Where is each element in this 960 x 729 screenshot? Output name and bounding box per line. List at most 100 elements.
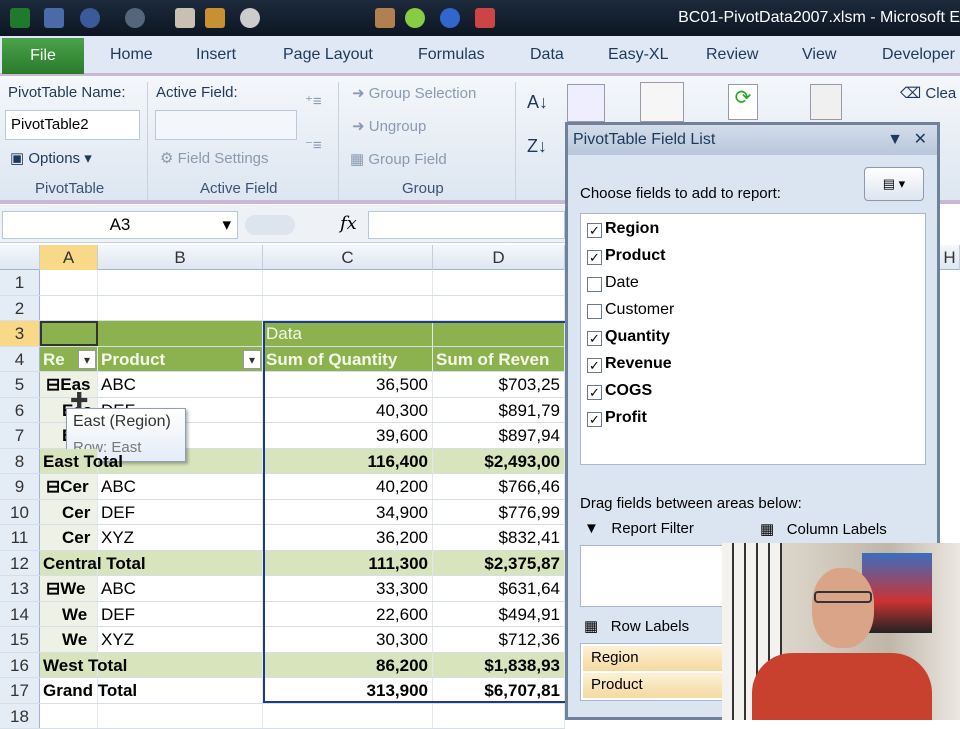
cell-d5[interactable]: $703,25: [433, 372, 565, 397]
checkbox[interactable]: [587, 277, 602, 292]
cell-b2[interactable]: [98, 296, 263, 321]
cell-c7[interactable]: 39,600: [263, 423, 433, 448]
cell-c17[interactable]: 313,900: [263, 678, 433, 703]
cell-c9[interactable]: 40,200: [263, 474, 433, 499]
cell-a2[interactable]: [40, 296, 98, 321]
ungroup-button[interactable]: ➜ Ungroup: [352, 117, 426, 135]
checkbox[interactable]: [587, 304, 602, 319]
row-header[interactable]: 9: [0, 474, 40, 499]
cell-c4[interactable]: Sum of Quantity: [263, 347, 433, 372]
row-header[interactable]: 13: [0, 576, 40, 601]
row-header[interactable]: 11: [0, 525, 40, 550]
cell-d3[interactable]: [433, 321, 565, 346]
field-item-quantity[interactable]: ✓Quantity: [587, 328, 887, 350]
cell-d12[interactable]: $2,375,87: [433, 551, 565, 576]
field-item-cogs[interactable]: ✓COGS: [587, 382, 887, 404]
report-filter-area[interactable]: [580, 545, 740, 607]
cell-d4[interactable]: Sum of Reven: [433, 347, 565, 372]
cell-c18[interactable]: [263, 704, 433, 729]
formula-expand-handle[interactable]: [245, 215, 295, 235]
cell-c15[interactable]: 30,300: [263, 627, 433, 652]
row-header[interactable]: 5: [0, 372, 40, 397]
expand-field-icon[interactable]: ⁺≡: [305, 92, 322, 110]
cell-d9[interactable]: $766,46: [433, 474, 565, 499]
field-item-revenue[interactable]: ✓Revenue: [587, 355, 887, 377]
task-pane-options-icon[interactable]: ▼: [887, 125, 903, 155]
checkbox[interactable]: ✓: [587, 223, 602, 238]
cell-a8[interactable]: East Total: [40, 449, 98, 474]
row-header[interactable]: 2: [0, 296, 40, 321]
cell-a3[interactable]: [40, 321, 98, 346]
sort-dialog-icon[interactable]: [567, 84, 605, 122]
row-header[interactable]: 4: [0, 347, 40, 372]
tab-file[interactable]: File: [2, 38, 84, 74]
fx-icon[interactable]: fx: [340, 213, 357, 234]
column-header-h[interactable]: H: [940, 245, 960, 270]
cell-b18[interactable]: [98, 704, 263, 729]
tab-easy-xl[interactable]: Easy-XL: [608, 46, 668, 64]
cell-d16[interactable]: $1,838,93: [433, 653, 565, 678]
cell-c1[interactable]: [263, 270, 433, 295]
collapse-field-icon[interactable]: ⁻≡: [305, 136, 322, 154]
row-header[interactable]: 15: [0, 627, 40, 652]
field-item-product[interactable]: ✓Product: [587, 247, 887, 269]
cell-c8[interactable]: 116,400: [263, 449, 433, 474]
cell-d2[interactable]: [433, 296, 565, 321]
save-icon[interactable]: [44, 8, 64, 28]
cell-b15[interactable]: XYZ: [98, 627, 263, 652]
row-header[interactable]: 18: [0, 704, 40, 729]
column-header-c[interactable]: C: [263, 245, 433, 270]
pivottable-name-input[interactable]: PivotTable2: [5, 110, 140, 140]
sort-a-z-icon[interactable]: A↓: [527, 92, 548, 113]
filter-dropdown-product[interactable]: ▾: [243, 350, 261, 369]
sort-z-a-icon[interactable]: Z↓: [527, 136, 547, 157]
cell-b11[interactable]: XYZ: [98, 525, 263, 550]
cell-c3[interactable]: Data: [263, 321, 433, 346]
cell-d15[interactable]: $712,36: [433, 627, 565, 652]
cell-a12[interactable]: Central Total: [40, 551, 98, 576]
tab-view[interactable]: View: [802, 46, 836, 64]
cell-b9[interactable]: ABC: [98, 474, 263, 499]
insert-slicer-icon[interactable]: [640, 82, 684, 122]
qat-tool-icon[interactable]: [440, 8, 460, 28]
cell-c5[interactable]: 36,500: [263, 372, 433, 397]
checkbox[interactable]: ✓: [587, 385, 602, 400]
cell-d18[interactable]: [433, 704, 565, 729]
cell-a18[interactable]: [40, 704, 98, 729]
tab-formulas[interactable]: Formulas: [418, 46, 485, 64]
cell-d6[interactable]: $891,79: [433, 398, 565, 423]
cell-a16[interactable]: West Total: [40, 653, 98, 678]
formula-input[interactable]: [368, 211, 565, 239]
row-header[interactable]: 12: [0, 551, 40, 576]
qat-tool-icon[interactable]: [240, 8, 260, 28]
refresh-icon[interactable]: ⟳: [728, 84, 758, 120]
group-field-button[interactable]: ▦ Group Field: [350, 150, 447, 168]
active-field-input[interactable]: [155, 110, 297, 140]
undo-icon[interactable]: [80, 8, 100, 28]
column-header-b[interactable]: B: [98, 245, 263, 270]
cell-d13[interactable]: $631,64: [433, 576, 565, 601]
row-header[interactable]: 3: [0, 321, 40, 346]
row-header[interactable]: 16: [0, 653, 40, 678]
qat-tool-icon[interactable]: [375, 8, 395, 28]
cell-b10[interactable]: DEF: [98, 500, 263, 525]
cell-c14[interactable]: 22,600: [263, 602, 433, 627]
select-all-button[interactable]: [0, 245, 40, 270]
group-selection-button[interactable]: ➜ Group Selection: [352, 84, 476, 102]
row-header[interactable]: 14: [0, 602, 40, 627]
row-label-item-product[interactable]: Product: [583, 673, 733, 698]
checkbox[interactable]: ✓: [587, 412, 602, 427]
cell-a10[interactable]: Cer: [40, 500, 98, 525]
cell-a5[interactable]: ⊟Eas: [40, 372, 98, 397]
cell-c12[interactable]: 111,300: [263, 551, 433, 576]
cell-a13[interactable]: ⊟We: [40, 576, 98, 601]
cell-d7[interactable]: $897,94: [433, 423, 565, 448]
field-item-profit[interactable]: ✓Profit: [587, 409, 887, 431]
checkbox[interactable]: ✓: [587, 250, 602, 265]
cell-a9[interactable]: ⊟Cer: [40, 474, 98, 499]
tab-insert[interactable]: Insert: [196, 46, 236, 64]
cell-c16[interactable]: 86,200: [263, 653, 433, 678]
column-header-a[interactable]: A: [40, 245, 98, 270]
close-icon[interactable]: ✕: [914, 125, 927, 155]
cell-c2[interactable]: [263, 296, 433, 321]
